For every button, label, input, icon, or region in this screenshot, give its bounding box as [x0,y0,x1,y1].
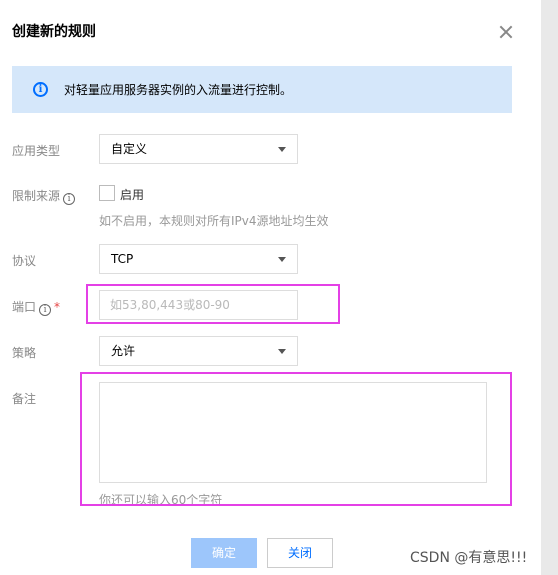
close-button[interactable]: 关闭 [267,538,333,568]
port-input[interactable] [99,290,298,320]
policy-select[interactable]: 允许 [99,336,298,366]
close-icon[interactable] [495,22,517,44]
chevron-down-icon [278,147,286,152]
create-rule-dialog: 创建新的规则 i 对轻量应用服务器实例的入流量进行控制。 应用类型 自定义 限制… [0,0,541,575]
app-type-label: 应用类型 [12,144,61,158]
source-limit-checkbox[interactable] [99,185,115,201]
remark-textarea[interactable] [99,382,487,483]
required-mark: * [54,300,61,314]
app-type-value: 自定义 [111,142,148,156]
protocol-value: TCP [111,252,134,266]
app-type-select[interactable]: 自定义 [99,134,298,164]
info-icon[interactable]: i [39,304,52,316]
chevron-down-icon [278,257,286,262]
remark-label: 备注 [12,392,37,406]
notice-text: 对轻量应用服务器实例的入流量进行控制。 [64,83,293,97]
watermark: CSDN @有意思!!! [410,550,528,566]
chevron-down-icon [278,349,286,354]
port-label-wrap: 端口 i * [12,298,60,316]
source-limit-label: 限制来源 [12,189,61,203]
source-limit-checkbox-label[interactable]: 启用 [120,186,144,203]
protocol-select[interactable]: TCP [99,244,298,274]
policy-value: 允许 [111,344,136,358]
info-icon: i [33,82,48,97]
info-icon[interactable]: i [63,193,76,205]
dialog-title: 创建新的规则 [12,24,96,40]
source-limit-hint: 如不启用，本规则对所有IPv4源地址均生效 [99,214,329,228]
protocol-label: 协议 [12,254,37,268]
background-strip [541,0,558,575]
remark-char-count: 你还可以输入60个字符 [99,493,223,507]
confirm-button[interactable]: 确定 [191,538,257,568]
info-notice: i 对轻量应用服务器实例的入流量进行控制。 [12,66,512,113]
port-label: 端口 [12,300,37,314]
source-limit-label-wrap: 限制来源 i [12,187,76,205]
policy-label: 策略 [12,346,37,360]
